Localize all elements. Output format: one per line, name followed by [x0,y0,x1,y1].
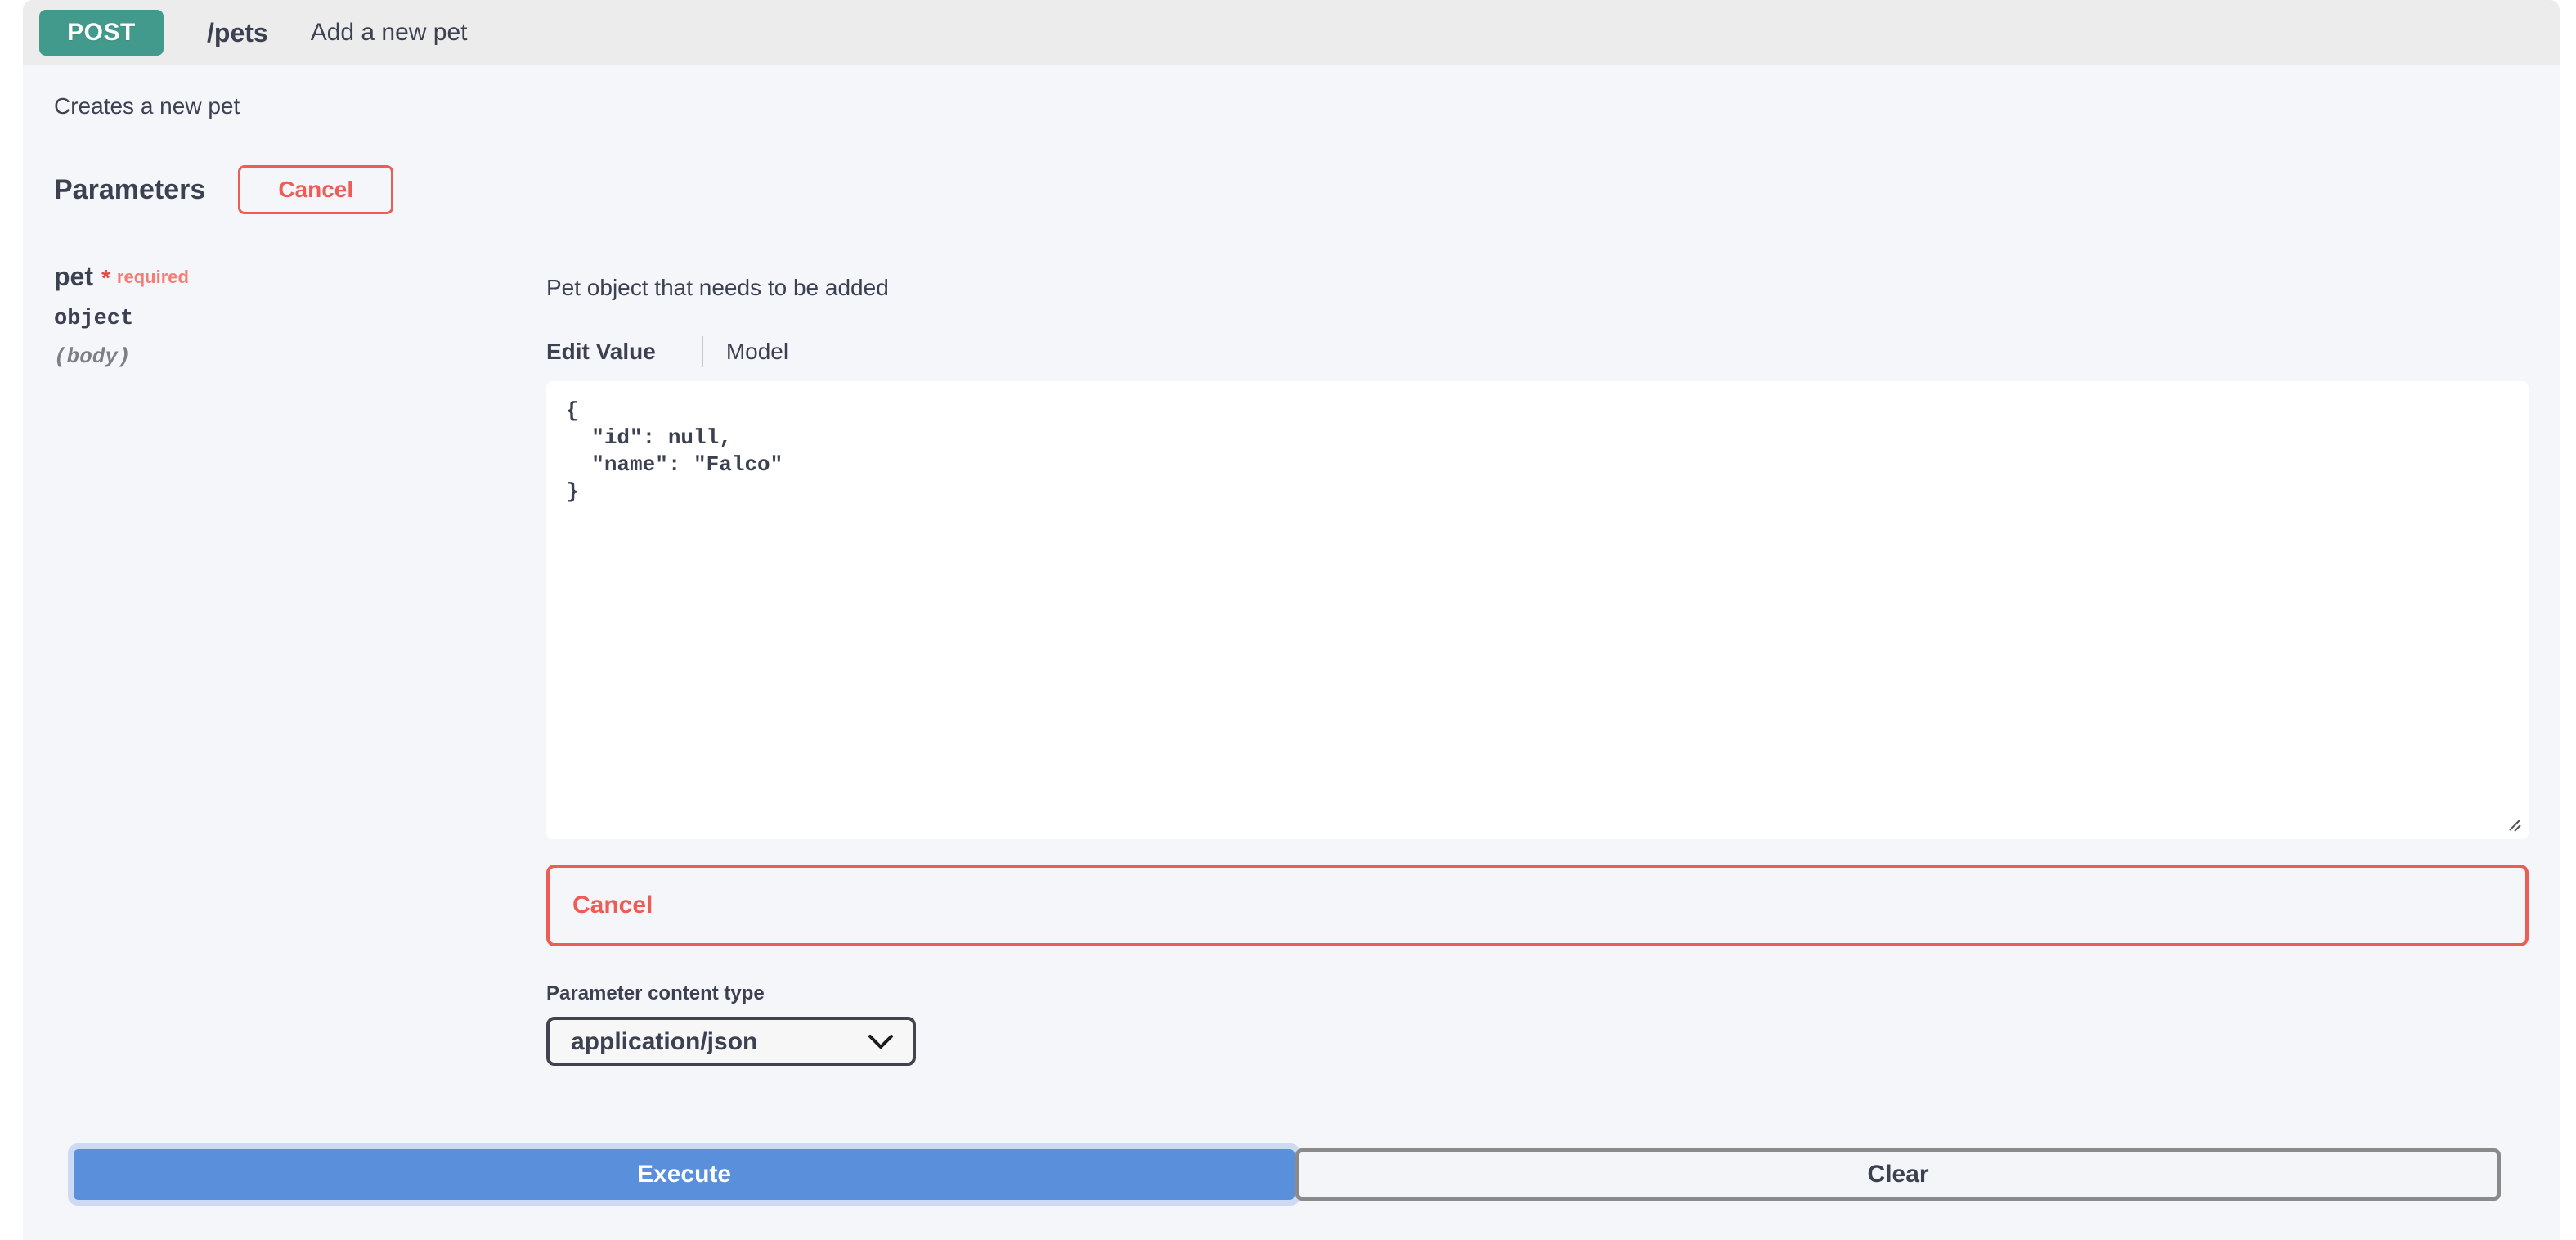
resize-handle-icon[interactable] [2506,816,2522,837]
tab-edit-value[interactable]: Edit Value [546,339,656,365]
parameter-value-column: Pet object that needs to be added Edit V… [546,262,2529,1066]
parameter-type: object [54,307,546,331]
parameter-info-column: pet * required object (body) [54,262,546,369]
body-editor-textarea[interactable]: { "id": null, "name": "Falco" } [546,381,2529,839]
parameter-location: (body) [54,344,546,369]
operation-block: POST /pets Add a new pet Creates a new p… [23,0,2560,1240]
clear-button[interactable]: Clear [1295,1148,2501,1201]
content-type-label: Parameter content type [546,982,2529,1005]
execute-actions-row: Execute Clear [68,1143,2501,1206]
parameters-title: Parameters [54,174,205,206]
cancel-operation-button[interactable]: Cancel [546,865,2529,946]
content-type-select-wrapper: application/json [546,1017,916,1066]
content-type-select[interactable]: application/json [546,1017,916,1066]
operation-summary-bar[interactable]: POST /pets Add a new pet [23,0,2560,65]
tab-model[interactable]: Model [726,339,788,365]
operation-description: Creates a new pet [54,65,2529,119]
http-method-badge: POST [39,10,164,56]
operation-body-panel: Creates a new pet Parameters Cancel pet *… [23,65,2560,1240]
endpoint-path: /pets [207,18,268,48]
endpoint-summary: Add a new pet [311,19,468,47]
parameters-header: Parameters Cancel [54,165,2529,214]
parameter-name: pet [54,262,93,291]
parameter-description: Pet object that needs to be added [546,275,2529,301]
parameter-name-line: pet * required [54,262,546,292]
body-editor-wrapper: { "id": null, "name": "Falco" } [546,381,2529,843]
value-tabs: Edit Value Model [546,337,2529,366]
execute-focus-ring: Execute [68,1143,1300,1206]
tabs-divider [702,336,703,367]
execute-button[interactable]: Execute [74,1149,1295,1200]
cancel-try-out-button[interactable]: Cancel [238,165,393,214]
required-label: required [117,267,189,287]
parameter-row: pet * required object (body) Pet object th… [54,262,2529,1066]
required-asterisk: * [101,265,110,290]
